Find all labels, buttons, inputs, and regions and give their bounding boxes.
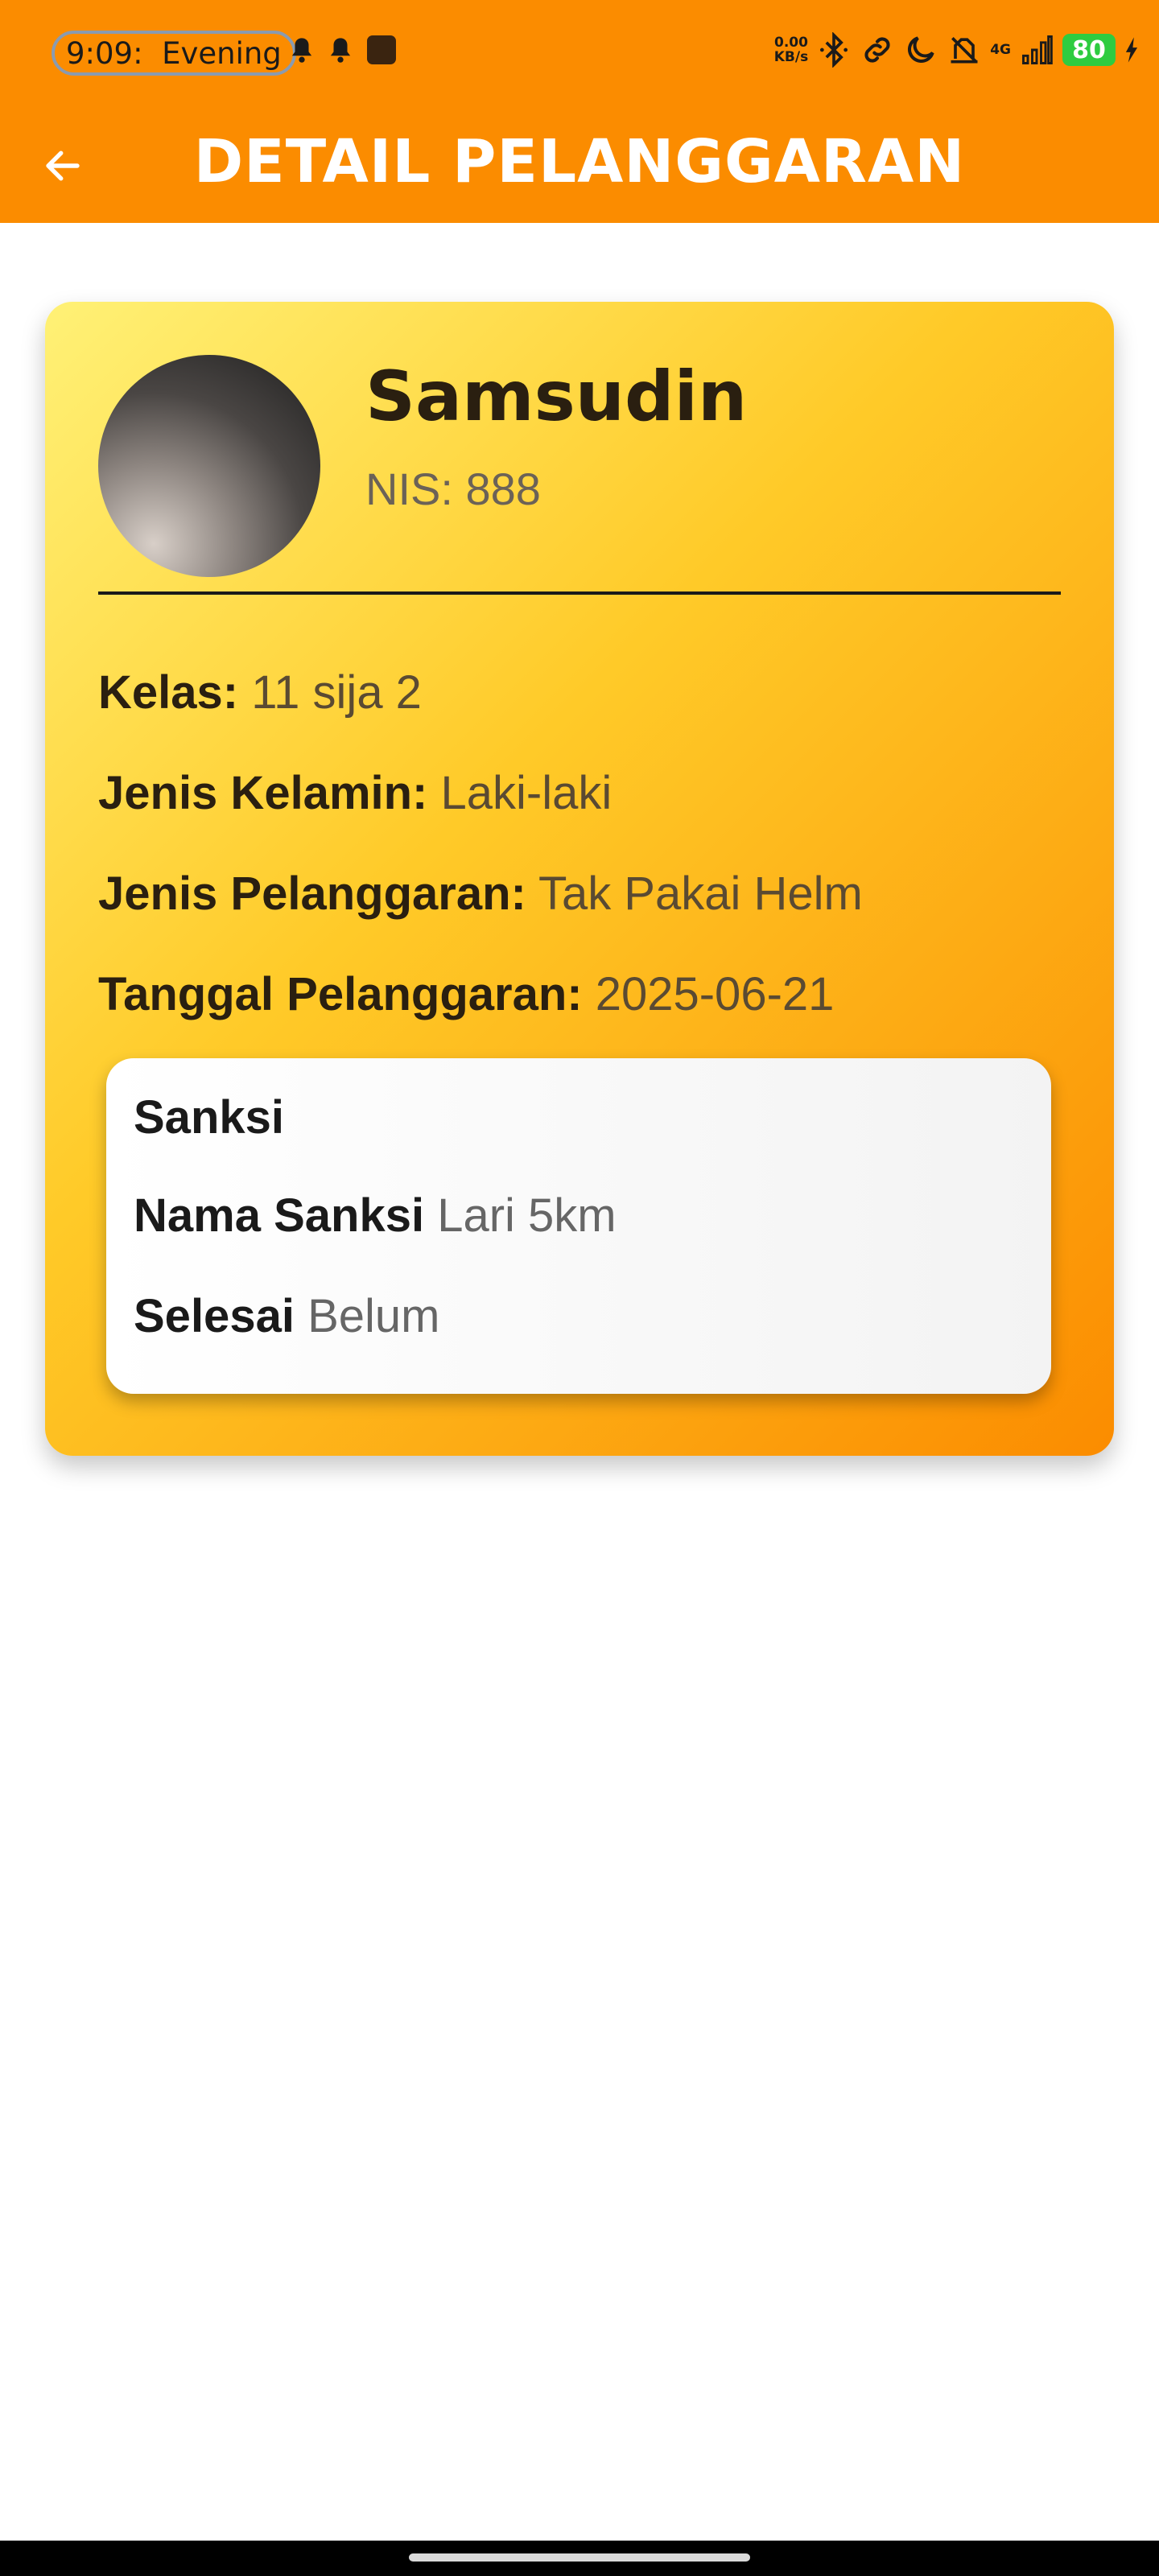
battery-icon: 80: [1062, 34, 1116, 66]
sanksi-label: Selesai: [134, 1290, 295, 1342]
sanksi-value: Belum: [307, 1290, 440, 1342]
page-title: DETAIL PELANGGARAN: [193, 127, 966, 196]
detail-row-jenis-pelanggaran: Jenis Pelanggaran: Tak Pakai Helm: [98, 867, 863, 921]
sanksi-value: Lari 5km: [437, 1189, 617, 1242]
detail-value: 2025-06-21: [595, 968, 835, 1020]
signal-icon: [1022, 35, 1053, 64]
sanksi-label: Nama Sanksi: [134, 1189, 425, 1242]
sanksi-title: Sanksi: [134, 1091, 284, 1144]
clock-label: Evening: [162, 35, 282, 71]
navigation-bar: [0, 2541, 1159, 2576]
net-speed: 0.00 KB/s: [774, 35, 808, 64]
detail-row-tanggal-pelanggaran: Tanggal Pelanggaran: 2025-06-21: [98, 967, 834, 1021]
app-icon: [367, 35, 396, 64]
detail-label: Jenis Kelamin:: [98, 767, 428, 819]
detail-label: Kelas:: [98, 666, 239, 719]
student-nis: NIS: 888: [365, 464, 541, 514]
vibrate-off-icon: [951, 37, 978, 64]
net-speed-value: 0.00: [773, 35, 808, 51]
network-type: 4G: [990, 41, 1011, 58]
divider: [98, 591, 1061, 595]
status-bar: 9:09: Evening 0.00 KB/s 4G 80: [0, 0, 1159, 105]
detail-value: Laki-laki: [440, 767, 612, 819]
net-speed-unit: KB/s: [773, 49, 809, 65]
bell-icon: [330, 38, 351, 63]
detail-value: 11 sija 2: [251, 666, 422, 719]
link-icon: [864, 37, 890, 63]
avatar: [98, 355, 320, 577]
bell-icon: [291, 38, 312, 63]
sanksi-card: Sanksi Nama Sanksi Lari 5km Selesai Belu…: [106, 1058, 1051, 1394]
bluetooth-icon: [820, 32, 848, 68]
detail-value: Tak Pakai Helm: [538, 868, 863, 920]
home-indicator[interactable]: [409, 2553, 750, 2562]
clock-pill[interactable]: 9:09: Evening: [52, 31, 296, 76]
violation-card: Samsudin NIS: 888 Kelas: 11 sija 2 Jenis…: [45, 302, 1114, 1456]
detail-row-kelas: Kelas: 11 sija 2: [98, 666, 422, 719]
top-bar: 9:09: Evening 0.00 KB/s 4G 80 DETAIL PEL…: [0, 0, 1159, 223]
detail-label: Tanggal Pelanggaran:: [98, 968, 583, 1020]
app-bar: DETAIL PELANGGARAN: [0, 105, 1159, 223]
detail-label: Jenis Pelanggaran:: [98, 868, 526, 920]
student-name: Samsudin: [365, 357, 748, 437]
clock-time: 9:09:: [66, 35, 143, 71]
charging-icon: [1125, 37, 1138, 63]
detail-row-jenis-kelamin: Jenis Kelamin: Laki-laki: [98, 766, 612, 820]
sanksi-row-selesai: Selesai Belum: [134, 1289, 439, 1343]
moon-icon: [908, 36, 934, 64]
sanksi-row-nama: Nama Sanksi Lari 5km: [134, 1189, 617, 1243]
